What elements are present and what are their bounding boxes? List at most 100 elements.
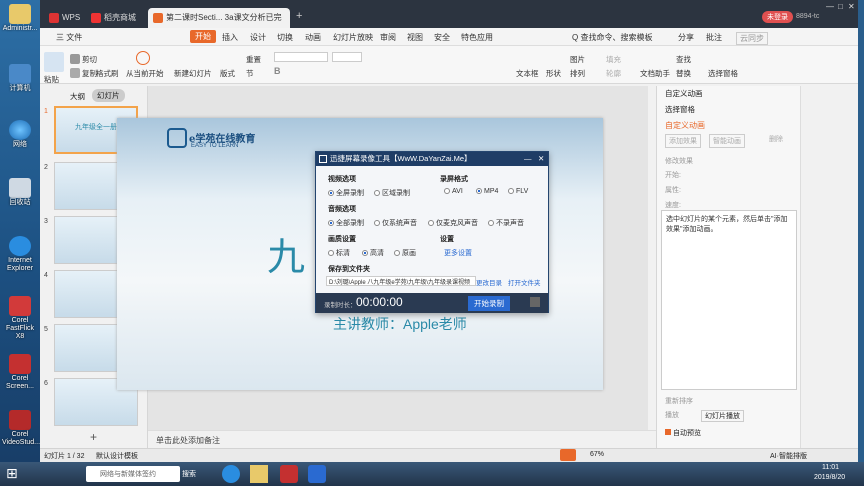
bold-button[interactable]: B bbox=[274, 66, 281, 76]
outline-button[interactable]: 轮廓 bbox=[606, 68, 621, 79]
delete-button[interactable]: 删除 bbox=[769, 134, 783, 144]
desktop-icon-screencap[interactable]: Corel Screen... bbox=[2, 354, 38, 391]
slide-number: 6 bbox=[44, 380, 48, 387]
menu-view[interactable]: 视图 bbox=[407, 32, 423, 43]
radio-system-sound[interactable]: 仅系统声音 bbox=[374, 218, 417, 228]
search-command[interactable]: Q 查找命令、搜索模板 bbox=[572, 32, 652, 43]
reset-button[interactable]: 重置 bbox=[246, 54, 261, 65]
add-slide-button[interactable]: + bbox=[90, 430, 97, 444]
menu-slideshow[interactable]: 幻灯片放映 bbox=[333, 32, 373, 43]
taskbar-search-button[interactable]: 搜索 bbox=[182, 469, 196, 479]
menu-insert[interactable]: 插入 bbox=[222, 32, 238, 43]
taskbar-search-input[interactable]: 网络与新媒体签约 bbox=[86, 466, 180, 482]
picture-button[interactable]: 图片 bbox=[570, 54, 585, 65]
new-tab-button[interactable]: + bbox=[296, 10, 302, 22]
play-slideshow-button[interactable] bbox=[560, 449, 576, 461]
menu-review[interactable]: 审阅 bbox=[380, 32, 396, 43]
desktop-icon-admin[interactable]: Administr... bbox=[2, 4, 38, 33]
desktop-icon-network[interactable]: 网络 bbox=[2, 120, 38, 149]
explorer-taskbar-icon[interactable] bbox=[250, 465, 268, 483]
from-current-button[interactable]: 从当前开始 bbox=[126, 68, 164, 79]
slideshow-button[interactable]: 幻灯片播放 bbox=[701, 410, 744, 422]
radio-mic-sound[interactable]: 仅麦克风声音 bbox=[428, 218, 478, 228]
select-pane-link[interactable]: 选择窗格 bbox=[665, 104, 695, 115]
desktop-icon-ie[interactable]: Internet Explorer bbox=[2, 236, 38, 273]
shape-button[interactable]: 形状 bbox=[546, 68, 561, 79]
desktop-icon-recycle[interactable]: 回收站 bbox=[2, 178, 38, 207]
radio-hd[interactable]: 高清 bbox=[362, 248, 384, 258]
textbox-button[interactable]: 文本框 bbox=[516, 68, 539, 79]
wps-taskbar-icon[interactable] bbox=[280, 465, 298, 483]
radio-icon bbox=[374, 190, 380, 196]
tab-outline[interactable]: 大纲 bbox=[70, 91, 85, 102]
smart-anim-button[interactable]: 智能动画 bbox=[709, 134, 745, 148]
settings-heading: 设置 bbox=[440, 236, 454, 243]
menu-security[interactable]: 安全 bbox=[434, 32, 450, 43]
copy-button[interactable]: 复制 bbox=[70, 68, 97, 79]
comment-button[interactable]: 批注 bbox=[706, 32, 722, 43]
recorder-close-button[interactable]: ✕ bbox=[538, 152, 544, 166]
change-dir-link[interactable]: 更改目录 bbox=[476, 277, 502, 287]
desktop-icon-computer[interactable]: 计算机 bbox=[2, 64, 38, 93]
new-slide-button[interactable]: 新建幻灯片 bbox=[174, 68, 212, 79]
cut-button[interactable]: 剪切 bbox=[70, 54, 97, 65]
radio-avi[interactable]: AVI bbox=[444, 188, 463, 195]
font-select[interactable] bbox=[274, 52, 328, 62]
arrange-button[interactable]: 排列 bbox=[570, 68, 585, 79]
window-minimize-button[interactable]: — bbox=[826, 2, 834, 11]
format-painter-button[interactable]: 格式刷 bbox=[96, 68, 119, 79]
radio-original[interactable]: 原画 bbox=[394, 248, 416, 258]
tab-slides[interactable]: 幻灯片 bbox=[92, 89, 125, 102]
fill-button[interactable]: 填充 bbox=[606, 54, 621, 65]
tab-dake[interactable]: 稻壳商城 bbox=[86, 8, 144, 28]
cloud-sync[interactable]: 云同步 bbox=[736, 32, 768, 45]
share-button[interactable]: 分享 bbox=[678, 32, 694, 43]
open-dir-link[interactable]: 打开文件夹 bbox=[508, 277, 541, 287]
desktop-icon-fastflick[interactable]: Corel FastFlick X8 bbox=[2, 296, 38, 341]
animation-list[interactable]: 选中幻灯片的某个元素，然后单击"添加效果"添加动画。 bbox=[661, 210, 797, 390]
radio-all-sound[interactable]: 全部录制 bbox=[328, 218, 364, 228]
start-record-button[interactable]: 开始录制 bbox=[468, 296, 510, 311]
save-path-field[interactable]: D:\刘璐\Apple 八九年级e学苑\九年级\九年级录课视频 bbox=[326, 276, 476, 286]
ai-layout-button[interactable]: AI·智能排版 bbox=[770, 451, 807, 461]
radio-standard[interactable]: 标清 bbox=[328, 248, 350, 258]
menu-features[interactable]: 特色应用 bbox=[461, 32, 493, 43]
desktop-icon-videostudio[interactable]: Corel VideoStud... bbox=[2, 410, 40, 447]
replace-button[interactable]: 替换 bbox=[676, 68, 691, 79]
find-button[interactable]: 查找 bbox=[676, 54, 691, 65]
menu-design[interactable]: 设计 bbox=[250, 32, 266, 43]
file-menu[interactable]: 三 文件 bbox=[56, 32, 82, 43]
menu-animation[interactable]: 动画 bbox=[305, 32, 321, 43]
window-close-button[interactable]: ✕ bbox=[848, 2, 855, 11]
zoom-level[interactable]: 67% bbox=[590, 451, 604, 458]
tab-document[interactable]: 第二课时Secti... 3a课文分析已完 bbox=[148, 8, 290, 28]
recorder-minimize-button[interactable]: — bbox=[524, 152, 532, 166]
layout-button[interactable]: 版式 bbox=[220, 68, 235, 79]
radio-flv[interactable]: FLV bbox=[508, 188, 528, 195]
login-button[interactable]: 未登录 bbox=[762, 11, 793, 23]
window-maximize-button[interactable]: □ bbox=[838, 2, 843, 11]
radio-region[interactable]: 区域录制 bbox=[374, 188, 410, 198]
teacher-name: 主讲教师：Apple老师 bbox=[333, 316, 467, 332]
add-effect-button[interactable]: 添加效果 bbox=[665, 134, 701, 148]
tab-wps[interactable]: WPS bbox=[44, 8, 84, 28]
autopreview-checkbox[interactable]: 自动预览 bbox=[665, 428, 701, 438]
doc-assistant-button[interactable]: 文档助手 bbox=[640, 68, 670, 79]
paste-button[interactable]: 粘贴 bbox=[44, 74, 59, 85]
recorder-taskbar-icon[interactable] bbox=[308, 465, 326, 483]
ppt-icon bbox=[153, 13, 163, 23]
start-button[interactable]: ⊞ bbox=[6, 465, 18, 482]
play-button[interactable]: 播放 bbox=[665, 410, 679, 420]
ie-taskbar-icon[interactable] bbox=[222, 465, 240, 483]
radio-mp4[interactable]: MP4 bbox=[476, 188, 498, 195]
menu-start[interactable]: 开始 bbox=[190, 30, 216, 43]
font-size-select[interactable] bbox=[332, 52, 362, 62]
radio-no-sound[interactable]: 不录声音 bbox=[488, 218, 524, 228]
section-button[interactable]: 节 bbox=[246, 68, 254, 79]
notes-area[interactable]: 单击此处添加备注 bbox=[148, 430, 656, 448]
menu-transition[interactable]: 切换 bbox=[277, 32, 293, 43]
stop-icon[interactable] bbox=[530, 297, 540, 307]
more-settings-link[interactable]: 更多设置 bbox=[444, 248, 472, 258]
radio-full-screen[interactable]: 全屏录制 bbox=[328, 188, 364, 198]
select-pane-button[interactable]: 选择窗格 bbox=[708, 68, 738, 79]
